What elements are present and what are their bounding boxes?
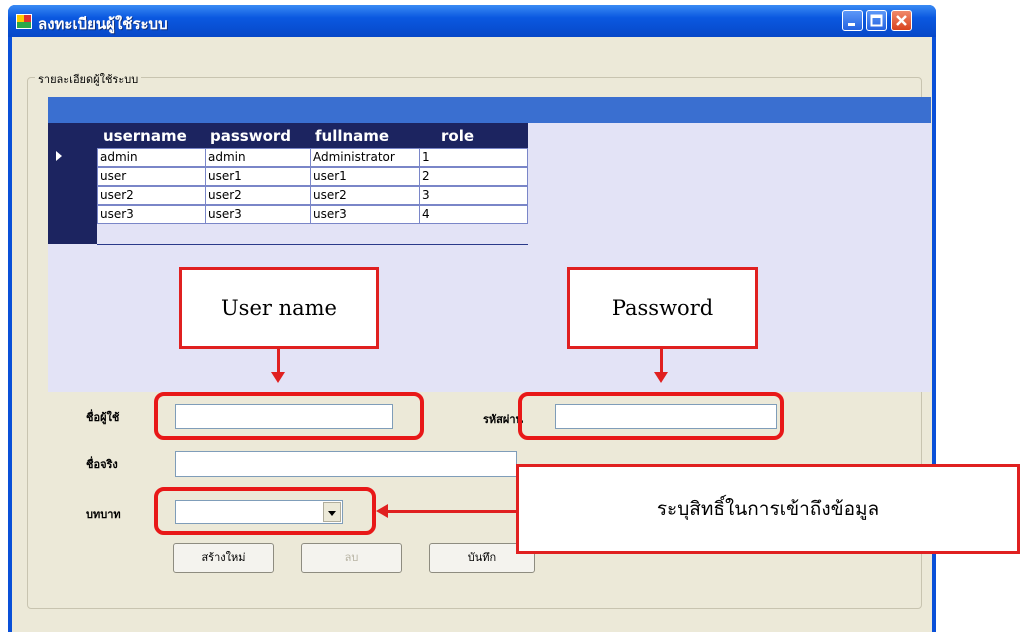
grid-cell[interactable]: user1 (205, 167, 311, 186)
grid-column-headers[interactable]: username password fullname role (97, 123, 528, 148)
column-header-username[interactable]: username (103, 127, 187, 145)
password-callout-arrow (654, 349, 668, 383)
grid-cell[interactable]: Administrator (310, 148, 420, 167)
username-label: ชื่อผู้ใช้ (86, 411, 120, 424)
grid-cell[interactable]: 2 (419, 167, 528, 186)
grid-cell[interactable]: user2 (205, 186, 311, 205)
fullname-input[interactable] (175, 451, 517, 477)
maximize-icon (870, 14, 883, 27)
close-icon (896, 15, 907, 26)
grid-caption-band (48, 97, 931, 123)
username-callout: User name (179, 267, 379, 349)
group-title: รายละเอียดผู้ใช้ระบบ (35, 70, 142, 88)
grid-cell[interactable]: 1 (419, 148, 528, 167)
grid-row-headers[interactable] (48, 123, 97, 244)
window-title: ลงทะเบียนผู้ใช้ระบบ (38, 15, 168, 33)
grid-cell[interactable]: 4 (419, 205, 528, 224)
delete-button[interactable]: ลบ (301, 543, 402, 573)
password-highlight (518, 392, 784, 440)
grid-divider (97, 244, 528, 245)
maximize-button[interactable] (866, 10, 887, 31)
grid-cell[interactable]: admin (97, 148, 206, 167)
column-header-role[interactable]: role (441, 127, 474, 145)
grid-cell[interactable]: user2 (310, 186, 420, 205)
password-callout: Password (567, 267, 758, 349)
role-highlight (154, 487, 376, 535)
username-highlight (154, 392, 424, 440)
fullname-label: ชื่อจริง (86, 458, 118, 471)
minimize-button[interactable] (842, 10, 863, 31)
new-button[interactable]: สร้างใหม่ (173, 543, 274, 573)
role-callout-arrow (376, 504, 517, 518)
username-callout-arrow (271, 349, 285, 383)
grid-cell[interactable]: user3 (310, 205, 420, 224)
minimize-icon (848, 23, 855, 26)
column-header-fullname[interactable]: fullname (315, 127, 389, 145)
app-icon (16, 14, 32, 29)
grid-cell[interactable]: 3 (419, 186, 528, 205)
grid-cell[interactable]: user3 (205, 205, 311, 224)
grid-cell[interactable]: user2 (97, 186, 206, 205)
title-bar[interactable]: ลงทะเบียนผู้ใช้ระบบ (8, 5, 936, 37)
role-callout: ระบุสิทธิ์ในการเข้าถึงข้อมูล (516, 464, 1020, 554)
current-row-indicator-icon (56, 151, 62, 161)
grid-cell[interactable]: user (97, 167, 206, 186)
password-label: รหัสผ่าน (483, 413, 524, 426)
grid-cell[interactable]: user1 (310, 167, 420, 186)
grid-cell[interactable]: admin (205, 148, 311, 167)
grid-cell[interactable]: user3 (97, 205, 206, 224)
close-button[interactable] (891, 10, 912, 31)
column-header-password[interactable]: password (210, 127, 291, 145)
role-label: บทบาท (86, 508, 121, 521)
